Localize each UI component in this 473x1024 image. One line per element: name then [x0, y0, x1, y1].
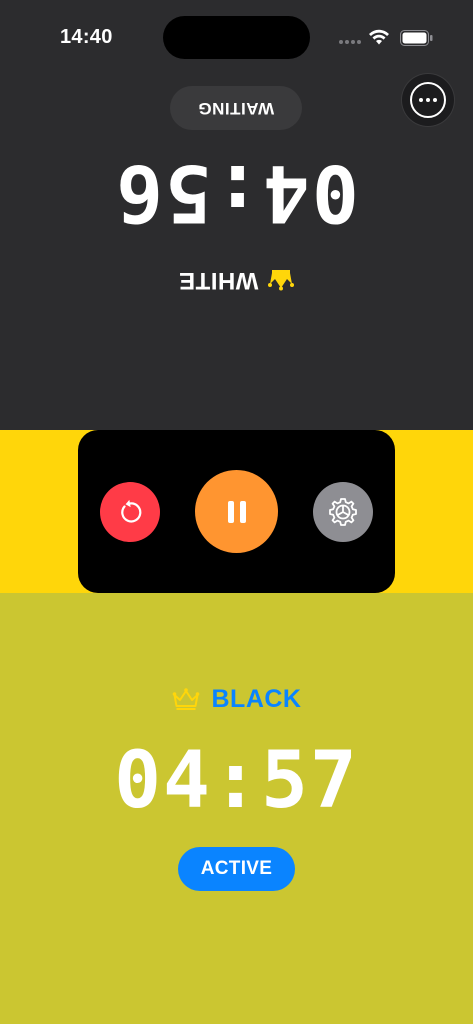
- black-timer: 04:57: [114, 736, 359, 826]
- crown-icon: [268, 270, 295, 291]
- cellular-signal-icon: [339, 40, 361, 44]
- black-player-label: BLACK: [0, 681, 473, 717]
- dynamic-island: [163, 16, 310, 59]
- pause-button[interactable]: [195, 470, 278, 553]
- white-timer: 04:56: [114, 147, 359, 237]
- battery-icon: [400, 30, 433, 46]
- settings-button[interactable]: [313, 482, 373, 542]
- black-player-name: BLACK: [211, 684, 302, 713]
- waiting-status-badge: WAITING: [170, 86, 302, 130]
- status-bar: 14:40: [0, 0, 473, 76]
- active-status-badge: ACTIVE: [178, 847, 295, 891]
- wifi-icon: [369, 29, 389, 45]
- restart-arrow-icon: [121, 499, 142, 523]
- white-player-label: WHITE: [0, 260, 473, 300]
- status-time: 14:40: [60, 26, 113, 48]
- black-player-panel[interactable]: BLACK 04:57 ACTIVE: [0, 593, 473, 1024]
- ellipsis-circle-icon: [410, 82, 446, 118]
- pause-icon: [227, 500, 246, 523]
- control-panel: [78, 430, 395, 593]
- white-player-rotated-group: WHITE 04:56 WAITING: [0, 80, 473, 300]
- crown-icon: [172, 688, 199, 710]
- white-player-name: WHITE: [178, 267, 259, 294]
- chess-clock-screen: WHITE 04:56 WAITING 14:40 BLACK 04:57 AC…: [0, 0, 473, 1024]
- reset-button[interactable]: [100, 482, 160, 542]
- gear-icon: [329, 498, 357, 526]
- more-options-button[interactable]: [402, 74, 454, 126]
